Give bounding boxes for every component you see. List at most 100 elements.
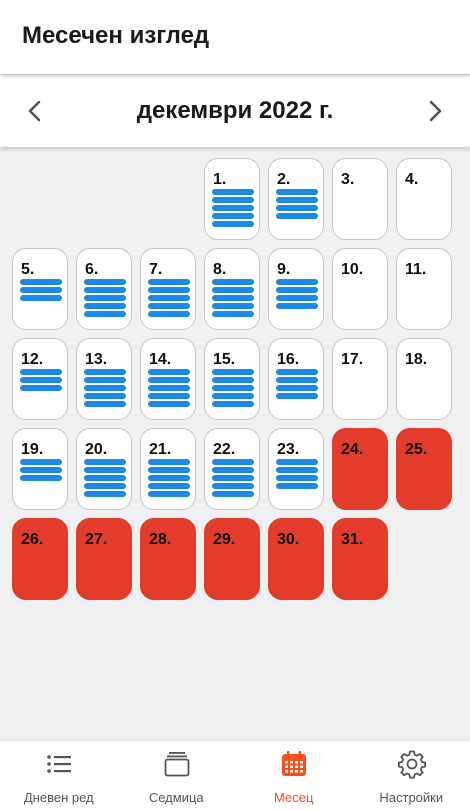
day-cell[interactable]: 16. [268,338,324,420]
nav-item-month[interactable]: Месец [235,741,353,810]
day-number: 5. [21,261,35,278]
nav-label-agenda: Дневен ред [23,790,94,805]
event-indicators [20,459,62,483]
event-bar [84,385,126,391]
event-indicators [276,369,318,401]
app-bar: Месечен изглед [0,0,470,74]
day-cell[interactable]: 11. [396,248,452,330]
event-bar [212,401,254,407]
event-bar [148,483,190,489]
bottom-navigation: Дневен ред Седмица Месец Настройки [0,740,470,810]
event-bar [148,459,190,465]
event-bar [212,459,254,465]
day-cell[interactable]: 29. [204,518,260,600]
day-cell[interactable]: 3. [332,158,388,240]
day-cell[interactable]: 25. [396,428,452,510]
event-bar [212,377,254,383]
event-bar [20,369,62,375]
day-cell[interactable]: 2. [268,158,324,240]
day-cell[interactable]: 18. [396,338,452,420]
event-bar [212,279,254,285]
event-bar [276,213,318,219]
event-bar [212,287,254,293]
event-bar [276,197,318,203]
day-cell[interactable]: 17. [332,338,388,420]
event-bar [276,483,318,489]
event-indicators [276,459,318,491]
page-title: Месечен изглед [22,22,210,49]
event-indicators [212,279,254,319]
day-cell[interactable]: 4. [396,158,452,240]
event-bar [84,377,126,383]
month-label: декември 2022 г. [136,97,334,124]
event-bar [212,467,254,473]
event-bar [212,205,254,211]
event-bar [84,287,126,293]
day-number: 26. [21,531,44,548]
day-number: 11. [405,261,427,278]
day-cell[interactable]: 27. [76,518,132,600]
day-number: 2. [277,171,291,188]
event-bar [20,279,62,285]
day-cell[interactable]: 1. [204,158,260,240]
day-cell[interactable]: 9. [268,248,324,330]
event-bar [148,311,190,317]
event-bar [20,377,62,383]
nav-item-week[interactable]: Седмица [118,741,236,810]
event-indicators [84,279,126,319]
event-bar [148,287,190,293]
day-cell[interactable]: 24. [332,428,388,510]
day-cell[interactable]: 26. [12,518,68,600]
event-bar [84,303,126,309]
event-bar [148,369,190,375]
event-bar [148,295,190,301]
event-bar [212,197,254,203]
event-bar [148,401,190,407]
event-bar [20,295,62,301]
day-cell[interactable]: 28. [140,518,196,600]
day-cell[interactable]: 7. [140,248,196,330]
event-bar [276,459,318,465]
event-indicators [84,459,126,499]
day-cell[interactable]: 12. [12,338,68,420]
day-cell[interactable]: 31. [332,518,388,600]
day-cell[interactable]: 5. [12,248,68,330]
event-bar [276,369,318,375]
day-cell[interactable]: 6. [76,248,132,330]
event-bar [84,295,126,301]
event-bar [20,467,62,473]
day-cell[interactable]: 21. [140,428,196,510]
event-bar [212,385,254,391]
day-cell[interactable]: 22. [204,428,260,510]
day-cell[interactable]: 19. [12,428,68,510]
event-bar [84,459,126,465]
day-cell[interactable]: 14. [140,338,196,420]
day-cell[interactable]: 10. [332,248,388,330]
event-bar [276,303,318,309]
event-bar [148,393,190,399]
day-cell[interactable]: 23. [268,428,324,510]
day-cell[interactable]: 8. [204,248,260,330]
event-indicators [148,279,190,319]
day-cell[interactable]: 20. [76,428,132,510]
day-number: 12. [21,351,44,368]
day-number: 3. [341,171,355,188]
day-cell[interactable]: 13. [76,338,132,420]
day-number: 17. [341,351,364,368]
nav-item-settings[interactable]: Настройки [353,741,470,810]
event-bar [212,393,254,399]
day-cell[interactable]: 15. [204,338,260,420]
event-bar [276,205,318,211]
event-bar [276,189,318,195]
event-bar [148,475,190,481]
list-icon [47,755,71,773]
event-indicators [212,459,254,499]
event-bar [20,385,62,391]
chevron-right-icon[interactable] [416,93,452,129]
day-number: 20. [85,441,108,458]
event-bar [212,213,254,219]
event-indicators [212,369,254,409]
day-cell[interactable]: 30. [268,518,324,600]
nav-item-agenda[interactable]: Дневен ред [0,741,118,810]
event-bar [84,483,126,489]
